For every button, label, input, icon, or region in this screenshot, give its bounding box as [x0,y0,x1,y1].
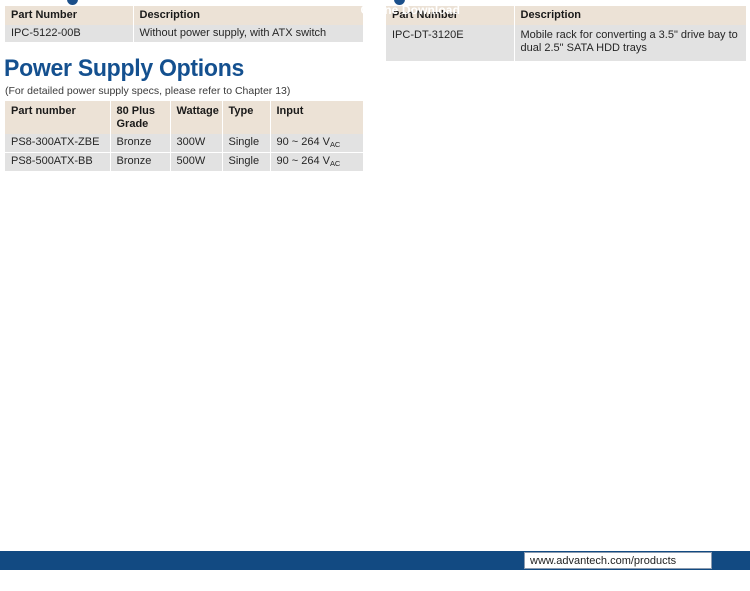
input-voltage-unit: AC [330,140,341,150]
table-header-row: Part number 80 Plus Grade Wattage Type In… [5,101,363,135]
cell-description: Without power supply, with ATX switch [133,24,363,43]
column-header-description: Description [133,6,363,25]
cell-type: Single [222,134,271,154]
cell-part-number: IPC-DT-3120E [386,24,515,62]
column-header-wattage: Wattage [170,101,223,135]
table-row: PS8-500ATX-BB Bronze 500W Single 90 ~ 26… [5,152,363,171]
online-download-url-text[interactable]: www.advantech.com/products [530,555,676,567]
cell-input: 90 ~ 264 VAC [270,152,363,171]
input-voltage-value: 90 ~ 264 V [276,136,331,149]
cell-part-number: PS8-500ATX-BB [5,152,111,171]
cell-grade: Bronze [110,134,171,154]
table-row: IPC-5122-00B Without power supply, with … [5,24,363,43]
cell-wattage: 500W [170,152,223,171]
cell-type: Single [222,152,271,171]
table-row: IPC-DT-3120E Mobile rack for converting … [386,24,746,62]
input-voltage-unit: AC [330,159,341,169]
cell-part-number: PS8-300ATX-ZBE [5,134,111,154]
header-line-1: 80 Plus [116,105,156,117]
accessories-left-table: Part Number Description IPC-5122-00B Wit… [5,6,363,43]
cell-description: Mobile rack for converting a 3.5" drive … [514,24,746,62]
column-header-part-number: Part Number [5,6,134,25]
header-line-2: Grade [116,117,149,130]
input-voltage-value: 90 ~ 264 V [276,155,331,168]
cell-wattage: 300W [170,134,223,154]
cell-part-number: IPC-5122-00B [5,24,134,43]
page-title: Power Supply Options [4,55,245,82]
table-row: PS8-300ATX-ZBE Bronze 300W Single 90 ~ 2… [5,134,363,154]
column-header-80-plus-grade: 80 Plus Grade [110,101,171,135]
table-header-row: Part Number Description [5,6,363,25]
section-note: (For detailed power supply specs, please… [5,85,291,97]
cell-grade: Bronze [110,152,171,171]
online-download-label: Online Download [360,3,460,17]
column-header-type: Type [222,101,271,135]
blue-circle-ornament-left [67,0,78,5]
column-header-part-number: Part number [5,101,111,135]
power-supply-table: Part number 80 Plus Grade Wattage Type In… [5,101,363,171]
column-header-description: Description [514,6,746,25]
column-header-input: Input [270,101,363,135]
cell-input: 90 ~ 264 VAC [270,134,363,154]
